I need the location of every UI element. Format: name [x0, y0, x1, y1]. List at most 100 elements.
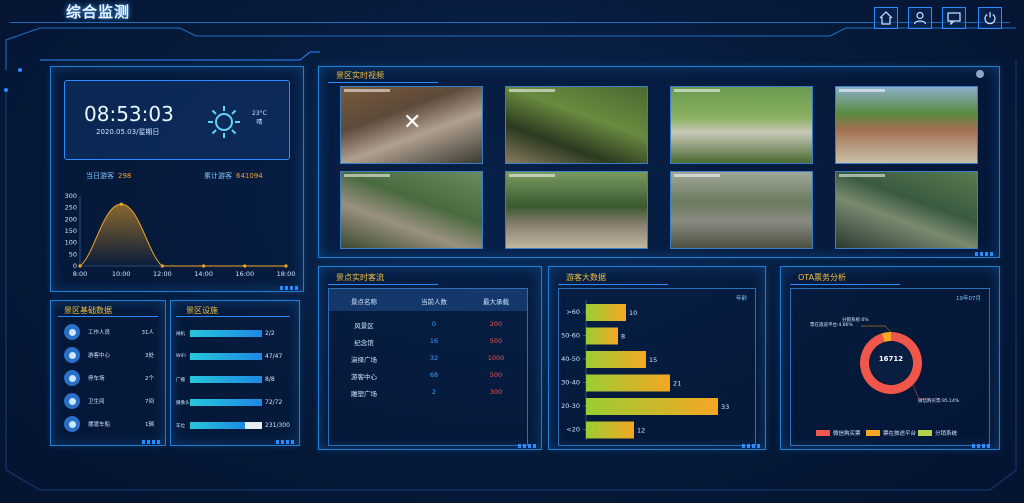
flow-name-cell: 风景区	[354, 322, 374, 330]
age-category-label: >60	[566, 308, 580, 316]
visitor-point	[119, 202, 123, 206]
flow-max-cell: 200	[489, 320, 503, 328]
toilet-icon	[64, 393, 80, 409]
age-bar	[586, 374, 670, 392]
panel-corner	[518, 444, 536, 448]
temperature: 23°C	[252, 110, 267, 117]
visitor-point	[78, 264, 82, 268]
total-visitors: 累计游客 641094	[204, 171, 263, 181]
panel-corner	[280, 286, 298, 290]
close-icon[interactable]: ✕	[403, 112, 421, 134]
x-tick-label: 18:00	[277, 270, 296, 278]
video-feed-1[interactable]: ✕	[340, 86, 483, 164]
y-tick-label: 150	[65, 227, 77, 235]
age-category-label: 40-50	[561, 355, 580, 363]
flow-header-cell: 景点名称	[351, 298, 377, 306]
visitor-point	[160, 264, 164, 268]
x-tick-label: 10:00	[112, 270, 131, 278]
video-overlay-text	[509, 174, 555, 177]
flow-title: 景点实时客流	[336, 273, 384, 282]
icon-glyph	[68, 374, 76, 382]
age-category-label: <20	[566, 426, 580, 434]
ota-title: OTA票务分析	[798, 273, 847, 282]
age-bar	[586, 304, 626, 321]
video-overlay-text	[839, 89, 885, 92]
flow-max-cell: 500	[489, 371, 503, 379]
video-overlay-text	[344, 89, 390, 92]
icon-glyph	[68, 420, 76, 428]
facility-value: 231/300	[265, 422, 290, 429]
clock-date: 2020.05.03/星期日	[96, 128, 160, 136]
video-feed-5[interactable]	[340, 171, 483, 249]
facilities-title-underline	[176, 316, 290, 317]
age-bar-value: 21	[673, 380, 681, 388]
flow-name-cell: 雕塑广场	[351, 390, 377, 398]
basic-data-label: 停车场	[88, 376, 105, 382]
video-feed-6[interactable]	[505, 171, 648, 249]
video-feed-3[interactable]	[670, 86, 813, 164]
flow-header-cell: 当前人数	[421, 298, 447, 306]
legend-label: 微信购买票	[833, 431, 861, 437]
age-bar-value: 12	[637, 427, 645, 435]
total-visitors-label: 累计游客	[204, 172, 232, 180]
weather-text: 晴	[256, 119, 263, 126]
facility-label: 广播	[176, 378, 185, 383]
age-bar-value: 33	[721, 403, 729, 411]
facility-bar-fill	[190, 399, 262, 406]
today-visitors: 当日游客 298	[86, 171, 131, 181]
parking-icon	[64, 370, 80, 386]
video-feed-4[interactable]	[835, 86, 978, 164]
video-feed-8[interactable]	[835, 171, 978, 249]
x-tick-label: 16:00	[235, 270, 254, 278]
facility-value: 8/8	[265, 376, 275, 383]
message-icon	[947, 12, 961, 25]
shuttle-icon	[64, 416, 80, 432]
facility-bar-fill	[190, 376, 262, 383]
facility-value: 47/47	[265, 353, 283, 360]
flow-current-cell: 2	[431, 388, 437, 396]
flow-header-cell: 最大承载	[483, 298, 509, 306]
flow-max-cell: 300	[489, 388, 503, 396]
legend-swatch	[918, 430, 932, 436]
flow-current-cell: 16	[429, 337, 439, 345]
facility-bar-track	[190, 353, 262, 360]
legend-swatch	[866, 430, 880, 436]
icon-glyph	[68, 351, 76, 359]
home-button[interactable]	[874, 7, 898, 29]
user-button[interactable]	[908, 7, 932, 29]
power-icon	[984, 12, 996, 25]
legend-label: 分销系统	[935, 431, 958, 437]
visitor-area	[80, 204, 286, 266]
age-title-underline	[558, 284, 668, 285]
facility-bar-fill	[190, 353, 262, 360]
home-icon	[879, 11, 893, 25]
panel-corner	[975, 252, 993, 256]
icon-glyph	[68, 397, 76, 405]
flow-name-cell: 演绎广场	[351, 356, 377, 364]
age-bar	[586, 327, 618, 345]
clock-time: 08:53:03	[84, 102, 174, 126]
facility-label: 摄像头	[176, 401, 190, 406]
video-title: 景区实时视频	[336, 71, 384, 80]
age-bar-value: 15	[649, 356, 657, 364]
user-icon	[913, 11, 927, 25]
age-bar	[586, 351, 646, 368]
power-button[interactable]	[978, 7, 1002, 29]
video-feed-2[interactable]	[505, 86, 648, 164]
icon-glyph	[68, 328, 76, 336]
flow-title-underline	[328, 284, 438, 285]
facility-label: 闸机	[176, 332, 185, 337]
age-bar-chart: >60 10 50-60 8 40-50 15 30-40 21 20-30 33 <20 12	[561, 300, 729, 440]
message-button[interactable]	[942, 7, 966, 29]
flow-max-cell: 500	[489, 337, 503, 345]
ota-legend-item: 票在旅途平台	[866, 429, 916, 437]
panel-corner	[142, 440, 160, 444]
ota-donut-hole	[870, 342, 912, 384]
facility-label: 车位	[176, 424, 185, 429]
flow-name-cell: 游客中心	[351, 373, 377, 381]
y-tick-label: 50	[69, 250, 77, 258]
video-feed-7[interactable]	[670, 171, 813, 249]
ota-legend-item: 分销系统	[918, 429, 957, 437]
video-settings-icon[interactable]	[976, 70, 984, 78]
basic-data-value: 31人	[141, 330, 155, 336]
